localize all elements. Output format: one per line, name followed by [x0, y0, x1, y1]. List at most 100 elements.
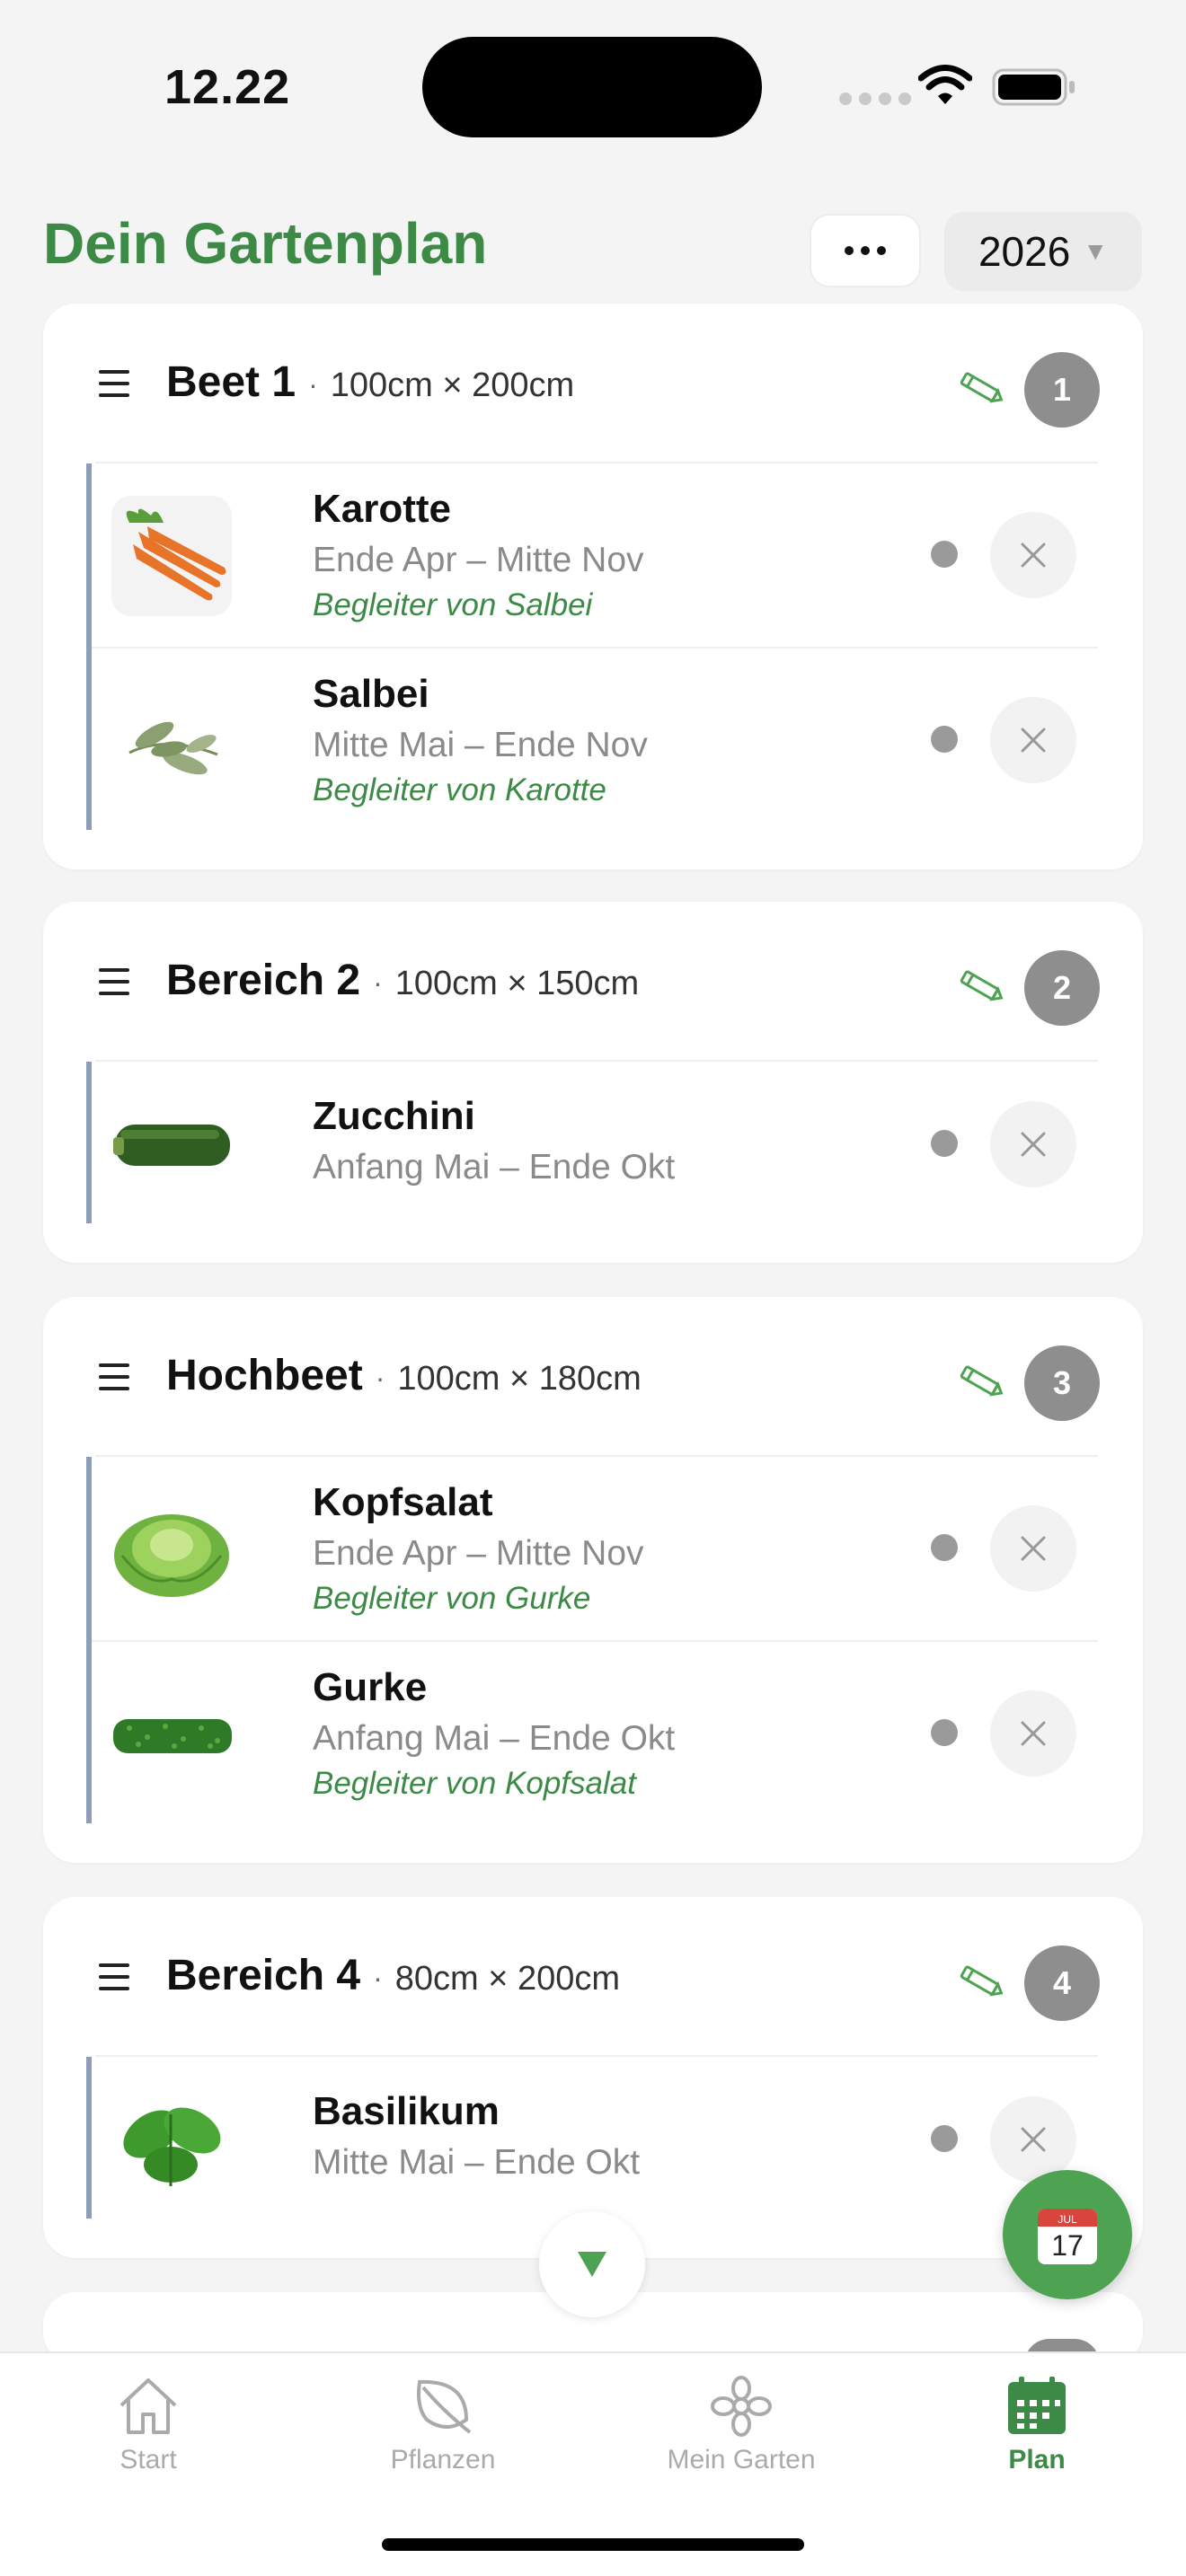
- year-selector[interactable]: 2026 ▼: [944, 212, 1142, 291]
- chevron-down-icon: ▼: [1083, 237, 1109, 265]
- bed-name: Bereich 2: [166, 957, 361, 1004]
- bed-number-badge: 3: [1024, 1345, 1100, 1421]
- bed-name: Hochbeet: [166, 1352, 363, 1399]
- bed-card: Bereich 2 · 100cm × 150cm 2 Zucchini Anfan…: [43, 902, 1143, 1263]
- plant-dates: Anfang Mai – Ende Okt: [313, 1148, 676, 1187]
- drag-handle-icon[interactable]: [99, 968, 129, 995]
- basil-image: [111, 2078, 232, 2199]
- plant-name: Basilikum: [313, 2089, 500, 2133]
- drag-handle-icon[interactable]: [99, 1963, 129, 1990]
- edit-pencil-icon[interactable]: [958, 1360, 1006, 1403]
- plant-companion: Begleiter von Karotte: [313, 772, 606, 807]
- dynamic-island: [422, 37, 762, 137]
- close-icon: [1021, 2127, 1046, 2152]
- plant-row[interactable]: Basilikum Mitte Mai – Ende Okt: [92, 2057, 1098, 2219]
- plant-name: Salbei: [313, 672, 429, 716]
- page-title: Dein Gartenplan: [43, 211, 488, 276]
- calendar-fab-button[interactable]: JUL 17: [1003, 2170, 1132, 2299]
- bed-header: Beet 1 · 100cm × 200cm 1: [43, 304, 1143, 462]
- calendar-icon: JUL 17: [1038, 2209, 1097, 2264]
- edit-pencil-icon[interactable]: [958, 366, 1006, 410]
- tab-label: Start: [119, 2445, 177, 2475]
- status-dot: [931, 541, 958, 568]
- bed-card: Beet 1 · 100cm × 200cm 1 Karotte Ende Apr …: [43, 304, 1143, 869]
- bed-name: Beet 1: [166, 358, 296, 406]
- calendar-icon: [1008, 2377, 1066, 2434]
- bed-header: Bereich 4 · 80cm × 200cm 4: [43, 1897, 1143, 2055]
- plant-companion: Begleiter von Salbei: [313, 587, 593, 622]
- status-dot: [931, 1719, 958, 1746]
- plant-dates: Anfang Mai – Ende Okt: [313, 1719, 676, 1758]
- triangle-down-icon: [578, 2252, 606, 2277]
- tab-mein-garten[interactable]: Mein Garten: [624, 2375, 858, 2501]
- plant-list: Basilikum Mitte Mai – Ende Okt: [86, 2057, 1098, 2219]
- plant-dates: Ende Apr – Mitte Nov: [313, 1534, 644, 1573]
- drag-handle-icon[interactable]: [99, 1363, 129, 1390]
- remove-plant-button[interactable]: [990, 1505, 1076, 1592]
- bed-dimensions: 100cm × 200cm: [330, 366, 575, 404]
- status-dot: [931, 726, 958, 753]
- plant-list: Karotte Ende Apr – Mitte Nov Begleiter v…: [86, 463, 1098, 830]
- cucumber-image: [111, 1674, 232, 1795]
- leaf-icon: [417, 2379, 472, 2434]
- remove-plant-button[interactable]: [990, 1690, 1076, 1777]
- plant-name: Karotte: [313, 487, 452, 531]
- edit-pencil-icon[interactable]: [958, 965, 1006, 1008]
- carrot-image: [111, 496, 232, 616]
- plant-dates: Mitte Mai – Ende Okt: [313, 2143, 641, 2182]
- bed-dimensions: 100cm × 180cm: [397, 1360, 642, 1398]
- more-options-button[interactable]: [810, 214, 921, 287]
- tab-pflanzen[interactable]: Pflanzen: [326, 2375, 560, 2501]
- close-icon: [1021, 543, 1046, 568]
- plant-row[interactable]: Salbei Mitte Mai – Ende Nov Begleiter vo…: [92, 647, 1098, 830]
- plant-row[interactable]: Zucchini Anfang Mai – Ende Okt: [92, 1062, 1098, 1223]
- calendar-month: JUL: [1058, 2213, 1077, 2226]
- tab-label: Plan: [1008, 2445, 1066, 2475]
- battery-icon: [992, 68, 1075, 106]
- home-icon: [119, 2378, 177, 2434]
- status-dot: [931, 1130, 958, 1157]
- cellular-signal-icon: [839, 93, 911, 105]
- plant-dates: Mitte Mai – Ende Nov: [313, 726, 648, 764]
- status-dot: [931, 1534, 958, 1561]
- remove-plant-button[interactable]: [990, 697, 1076, 783]
- calendar-day: 17: [1051, 2229, 1084, 2262]
- status-time: 12.22: [164, 60, 291, 114]
- scroll-down-button[interactable]: [539, 2211, 645, 2317]
- tab-label: Mein Garten: [667, 2445, 816, 2475]
- plant-list: Kopfsalat Ende Apr – Mitte Nov Begleiter…: [86, 1457, 1098, 1823]
- bed-dimensions: 100cm × 150cm: [394, 965, 640, 1002]
- bed-number-badge: 4: [1024, 1945, 1100, 2021]
- status-bar: 12.22: [0, 0, 1186, 171]
- bed-header: Hochbeet · 100cm × 180cm 3: [43, 1297, 1143, 1455]
- bed-number-badge: 1: [1024, 352, 1100, 428]
- edit-pencil-icon[interactable]: [958, 1960, 1006, 2003]
- close-icon: [1021, 728, 1046, 753]
- plant-row[interactable]: Gurke Anfang Mai – Ende Okt Begleiter vo…: [92, 1640, 1098, 1823]
- drag-handle-icon[interactable]: [99, 370, 129, 397]
- flower-icon: [711, 2376, 772, 2437]
- plant-companion: Begleiter von Gurke: [313, 1581, 591, 1616]
- plant-name: Gurke: [313, 1665, 428, 1709]
- zucchini-image: [111, 1083, 232, 1204]
- plant-name: Kopfsalat: [313, 1480, 493, 1524]
- plant-row[interactable]: Kopfsalat Ende Apr – Mitte Nov Begleiter…: [92, 1457, 1098, 1640]
- plant-dates: Ende Apr – Mitte Nov: [313, 541, 644, 579]
- tab-start[interactable]: Start: [31, 2375, 265, 2501]
- year-value: 2026: [978, 228, 1071, 275]
- tab-plan[interactable]: Plan: [920, 2375, 1154, 2501]
- plant-name: Zucchini: [313, 1094, 475, 1138]
- plant-list: Zucchini Anfang Mai – Ende Okt: [86, 1062, 1098, 1223]
- home-indicator: [382, 2538, 804, 2551]
- close-icon: [1021, 1132, 1046, 1157]
- bed-number-badge: 2: [1024, 950, 1100, 1026]
- remove-plant-button[interactable]: [990, 1101, 1076, 1187]
- bed-name: Bereich 4: [166, 1952, 361, 1999]
- lettuce-image: [111, 1489, 232, 1610]
- plant-row[interactable]: Karotte Ende Apr – Mitte Nov Begleiter v…: [92, 463, 1098, 647]
- close-icon: [1021, 1536, 1046, 1561]
- bed-header: Bereich 2 · 100cm × 150cm 2: [43, 902, 1143, 1060]
- remove-plant-button[interactable]: [990, 512, 1076, 598]
- close-icon: [1021, 1721, 1046, 1746]
- ellipsis-icon: [845, 246, 854, 255]
